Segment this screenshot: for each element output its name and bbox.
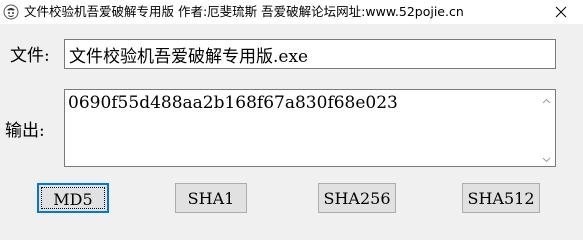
window-title: 文件校验机吾爱破解专用版 作者:厄斐琉斯 吾爱破解论坛网址:www.52poji…: [24, 4, 464, 19]
file-label: 文件:: [10, 46, 50, 66]
output-label: 输出:: [5, 121, 45, 141]
scroll-down-button[interactable]: [538, 149, 555, 166]
sha1-button[interactable]: SHA1: [175, 183, 247, 213]
output-textarea[interactable]: 0690f55d488aa2b168f67a830f68e023: [64, 89, 556, 167]
chevron-up-icon: [542, 89, 551, 108]
app-logo-icon: [3, 4, 19, 20]
app-window: 文件校验机吾爱破解专用版 作者:厄斐琉斯 吾爱破解论坛网址:www.52poji…: [0, 0, 583, 213]
file-path-input[interactable]: [64, 39, 556, 69]
title-bar[interactable]: 文件校验机吾爱破解专用版 作者:厄斐琉斯 吾爱破解论坛网址:www.52poji…: [0, 0, 583, 24]
sha512-button[interactable]: SHA512: [462, 183, 540, 213]
close-icon: [555, 6, 567, 18]
md5-button[interactable]: MD5: [37, 183, 109, 213]
close-button[interactable]: [539, 0, 583, 24]
sha256-button[interactable]: SHA256: [318, 183, 396, 213]
chevron-down-icon: [542, 148, 551, 167]
output-scrollbar[interactable]: [538, 90, 555, 166]
output-hash-text: 0690f55d488aa2b168f67a830f68e023: [68, 93, 398, 113]
scroll-up-button[interactable]: [538, 90, 555, 107]
